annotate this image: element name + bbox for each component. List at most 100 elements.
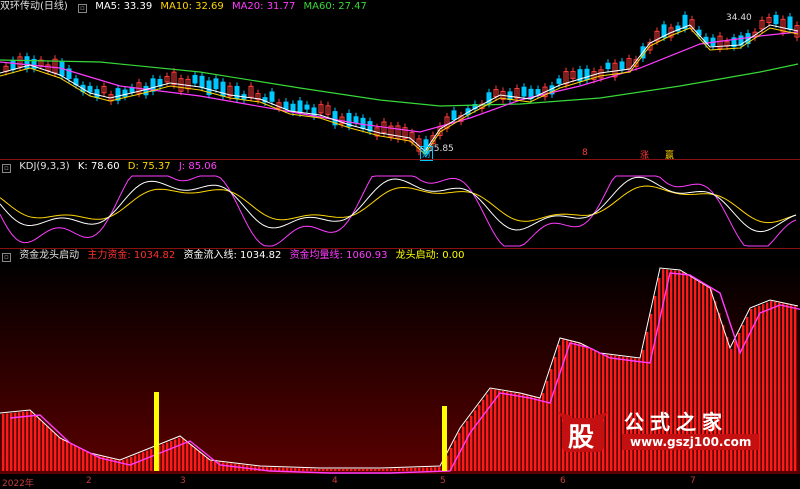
kdj-d-line	[0, 185, 797, 224]
capital-bar	[498, 390, 501, 471]
event-marker-8[interactable]: 8	[582, 148, 588, 158]
capital-bar	[290, 468, 293, 471]
x-axis-label: 2	[86, 476, 92, 486]
candlestick	[94, 89, 100, 98]
capital-bar	[338, 469, 341, 471]
capital-bar	[382, 468, 385, 471]
candlestick	[353, 116, 359, 124]
capital-bar	[122, 460, 125, 471]
capital-bar	[346, 469, 349, 471]
capital-bar	[10, 413, 13, 471]
candlestick	[773, 14, 779, 25]
capital-bar	[190, 445, 193, 471]
candlestick	[304, 104, 310, 110]
capital-bar	[278, 467, 281, 471]
capital-bar	[178, 437, 181, 471]
capital-bar	[542, 393, 545, 471]
capital-bar	[354, 469, 357, 471]
capital-bar	[170, 441, 173, 471]
capital-bar	[402, 468, 405, 471]
capital-bar	[90, 454, 93, 471]
x-axis-label: 4	[332, 476, 338, 486]
capital-bar	[194, 448, 197, 471]
capital-bar	[510, 392, 513, 471]
kdj-pane[interactable]: ▫ KDJ(9,3,3) K: 78.60 D: 75.37 J: 85.06	[0, 160, 800, 248]
watermark-logo-text: 股	[568, 423, 595, 453]
candlestick	[556, 78, 562, 84]
capital-bar	[286, 467, 289, 471]
capital-bar	[30, 411, 33, 471]
capital-bar	[70, 444, 73, 471]
capital-bar	[38, 418, 41, 471]
x-axis-label: 5	[440, 476, 446, 486]
capital-bar	[438, 467, 441, 471]
capital-bar	[358, 469, 361, 471]
capital-bar	[26, 411, 29, 471]
capital-bar	[2, 413, 5, 471]
capital-bar	[362, 469, 365, 471]
capital-bar	[282, 467, 285, 471]
capital-bar	[410, 468, 413, 471]
price-pane[interactable]: 双环传动(日线) ▫ MA5: 33.39 MA10: 32.69 MA20: …	[0, 0, 800, 161]
candlestick	[360, 117, 366, 129]
capital-bar	[310, 468, 313, 471]
kdj-chart[interactable]	[0, 160, 800, 248]
price-chart[interactable]	[0, 0, 800, 158]
x-axis-label: 2022年	[2, 479, 34, 489]
ma5-line	[0, 24, 799, 152]
capital-bar	[298, 468, 301, 471]
capital-bar	[418, 467, 421, 471]
x-axis-label: 3	[180, 476, 186, 486]
candlestick	[143, 85, 149, 96]
capital-bar	[478, 405, 481, 471]
capital-bar	[406, 468, 409, 471]
capital-bar	[430, 467, 433, 471]
capital-bar	[522, 394, 525, 471]
capital-bar	[66, 442, 69, 471]
capital-bar	[414, 467, 417, 471]
capital-bar	[222, 462, 225, 471]
capital-pane[interactable]: ▫ 资金龙头启动 主力资金: 1034.82 资金流入线: 1034.82 资金…	[0, 249, 800, 474]
capital-bar	[350, 469, 353, 471]
x-axis-label: 7	[690, 476, 696, 486]
candlestick	[619, 61, 625, 70]
capital-bar	[526, 395, 529, 471]
candlestick	[535, 89, 541, 95]
capital-bar	[230, 463, 233, 471]
capital-bar	[454, 440, 457, 471]
capital-bar	[546, 381, 549, 471]
capital-bar	[186, 441, 189, 471]
capital-bar	[474, 410, 477, 471]
capital-bar	[322, 469, 325, 471]
capital-bar	[78, 448, 81, 471]
capital-bar	[314, 468, 317, 471]
capital-bar	[422, 467, 425, 471]
capital-bar	[62, 440, 65, 471]
capital-bar	[206, 457, 209, 471]
capital-bar	[470, 415, 473, 471]
candlestick	[297, 100, 303, 114]
high-price-label: 34.40	[726, 13, 752, 23]
capital-bar	[486, 394, 489, 471]
capital-bar	[434, 467, 437, 471]
capital-bar	[18, 412, 21, 471]
capital-bar	[466, 421, 469, 471]
candlestick	[283, 101, 289, 110]
capital-bar	[6, 413, 9, 471]
capital-bar	[82, 450, 85, 471]
candlestick	[451, 110, 457, 121]
capital-bar	[146, 450, 149, 471]
capital-bar	[86, 452, 89, 471]
capital-bar	[174, 439, 177, 471]
candlestick	[122, 89, 128, 97]
candlestick	[213, 78, 219, 90]
capital-bar	[226, 462, 229, 471]
watermark-url: www.gszj100.com	[622, 434, 760, 450]
x-axis: 2022年 2 3 4 5 6 7	[0, 474, 800, 489]
capital-bar	[94, 454, 97, 471]
capital-bar	[334, 469, 337, 471]
capital-bar	[370, 469, 373, 471]
candlestick	[584, 68, 590, 81]
capital-bar	[58, 437, 61, 471]
capital-bar	[398, 468, 401, 471]
